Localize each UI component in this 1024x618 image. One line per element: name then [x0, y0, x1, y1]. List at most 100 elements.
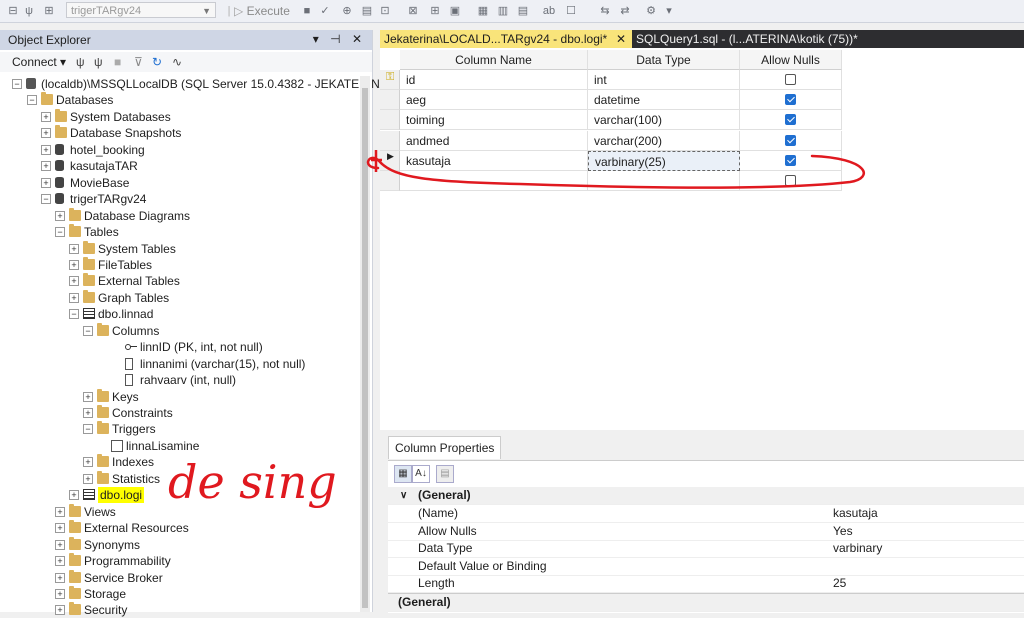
expand-icon[interactable]: +: [41, 144, 51, 155]
toolbar-icon[interactable]: ab: [542, 4, 556, 18]
collapse-icon[interactable]: −: [69, 309, 79, 320]
activity-monitor-icon[interactable]: ∿: [172, 55, 182, 69]
data-type-cell[interactable]: varchar(200): [588, 130, 740, 151]
allow-nulls-checkbox[interactable]: [785, 134, 796, 146]
property-value[interactable]: kasutaja: [833, 505, 878, 522]
properties-category-footer[interactable]: (General): [388, 593, 1024, 612]
toolbar-icon[interactable]: ⊞: [42, 4, 56, 18]
collapse-icon[interactable]: ∨: [400, 487, 407, 504]
property-row[interactable]: Allow Nulls Yes: [388, 523, 1024, 541]
expand-icon[interactable]: +: [69, 490, 79, 501]
toolbar-icon[interactable]: ⊞: [428, 4, 442, 18]
toolbar-icon[interactable]: ▤: [516, 4, 530, 18]
toolbar-icon[interactable]: ⇆: [598, 4, 612, 18]
property-row[interactable]: Length 25: [388, 575, 1024, 593]
expand-icon[interactable]: +: [41, 177, 51, 188]
data-type-cell[interactable]: int: [588, 70, 740, 90]
toolbar-icon[interactable]: ☐: [564, 4, 578, 18]
allow-nulls-checkbox[interactable]: [785, 74, 796, 85]
properties-category[interactable]: ∨ (General): [388, 487, 1024, 505]
expand-icon[interactable]: +: [83, 457, 93, 468]
filter-icon[interactable]: ⊽: [134, 55, 143, 69]
property-row[interactable]: (Name) kasutaja: [388, 505, 1024, 523]
column-name-cell[interactable]: id: [400, 70, 588, 90]
expand-icon[interactable]: +: [41, 111, 51, 122]
expand-icon[interactable]: +: [55, 588, 65, 599]
expand-icon[interactable]: +: [55, 506, 65, 517]
row-selector[interactable]: [380, 90, 400, 111]
toolbar-icon[interactable]: ▤: [360, 4, 374, 18]
expand-icon[interactable]: +: [69, 243, 79, 254]
property-pages-icon[interactable]: ▤: [436, 465, 454, 483]
refresh-icon[interactable]: ↻: [152, 55, 162, 69]
column-name-cell[interactable]: aeg: [400, 90, 588, 111]
row-selector[interactable]: [380, 130, 400, 151]
column-name-cell[interactable]: toiming: [400, 110, 588, 131]
tree-scrollbar[interactable]: [360, 76, 370, 612]
collapse-icon[interactable]: −: [55, 227, 65, 238]
property-value[interactable]: varbinary: [833, 540, 882, 557]
expand-icon[interactable]: +: [55, 210, 65, 221]
expand-icon[interactable]: +: [69, 276, 79, 287]
toolbar-icon[interactable]: ⊕: [340, 4, 354, 18]
allow-nulls-checkbox[interactable]: [785, 114, 796, 126]
column-name-cell[interactable]: kasutaja: [400, 150, 588, 171]
categorized-icon[interactable]: ▦: [394, 465, 412, 483]
toolbar-icon[interactable]: ▣: [448, 4, 462, 18]
stop-icon[interactable]: ■: [300, 4, 314, 18]
property-row[interactable]: Default Value or Binding: [388, 558, 1024, 576]
data-type-cell[interactable]: varchar(100): [588, 110, 740, 131]
expand-icon[interactable]: +: [83, 408, 93, 418]
collapse-icon[interactable]: −: [83, 424, 93, 435]
parse-check-icon[interactable]: ✓: [318, 4, 332, 18]
toolbar-icon[interactable]: ⚙: [644, 4, 658, 18]
expand-icon[interactable]: +: [55, 539, 65, 550]
data-type-cell[interactable]: [588, 171, 740, 191]
row-selector[interactable]: ▶: [380, 150, 400, 171]
expand-icon[interactable]: +: [55, 556, 65, 567]
expand-icon[interactable]: +: [41, 161, 51, 172]
allow-nulls-checkbox[interactable]: [785, 154, 796, 166]
execute-button[interactable]: ▷ Execute: [234, 3, 290, 19]
sort-alpha-icon[interactable]: A↓: [412, 465, 430, 483]
tab-table-designer[interactable]: Jekaterina\LOCALD...TARgv24 - dbo.logi* …: [380, 30, 632, 48]
collapse-icon[interactable]: −: [83, 325, 93, 336]
expand-icon[interactable]: +: [69, 292, 79, 303]
toolbar-icon[interactable]: ⊡: [378, 4, 392, 18]
connect-button[interactable]: Connect ▾: [12, 55, 66, 69]
tab-sql-query[interactable]: SQLQuery1.sql - (l...ATERINA\kotik (75))…: [636, 30, 858, 48]
property-value[interactable]: 25: [833, 575, 846, 592]
data-type-cell[interactable]: varbinary(25): [588, 150, 740, 171]
row-selector[interactable]: [380, 110, 400, 131]
toolbar-icon[interactable]: ⊠: [406, 4, 420, 18]
expand-icon[interactable]: +: [55, 572, 65, 583]
tab-column-properties[interactable]: Column Properties: [388, 436, 502, 459]
column-name-cell[interactable]: andmed: [400, 130, 588, 151]
toolbar-overflow-icon[interactable]: ▾: [662, 4, 676, 18]
collapse-icon[interactable]: −: [27, 95, 37, 106]
collapse-icon[interactable]: −: [12, 79, 22, 89]
column-name-cell[interactable]: [400, 171, 588, 191]
close-icon[interactable]: ✕: [616, 30, 626, 48]
row-selector[interactable]: [380, 171, 400, 191]
panel-controls[interactable]: ▾ ⊣ ✕: [313, 32, 366, 46]
scrollbar-thumb[interactable]: [362, 88, 368, 608]
stop-icon[interactable]: ■: [114, 55, 121, 69]
collapse-icon[interactable]: −: [41, 194, 51, 205]
toolbar-icon[interactable]: ⊟: [6, 4, 20, 18]
row-selector[interactable]: ⚿: [380, 70, 400, 90]
toolbar-icon[interactable]: ⇄: [618, 4, 632, 18]
toolbar-icon[interactable]: ▦: [476, 4, 490, 18]
expand-icon[interactable]: +: [69, 259, 79, 270]
property-row[interactable]: Data Type varbinary: [388, 540, 1024, 558]
expand-icon[interactable]: +: [83, 473, 93, 484]
expand-icon[interactable]: +: [83, 391, 93, 402]
allow-nulls-checkbox[interactable]: [785, 175, 796, 186]
disconnect-icon[interactable]: ψ: [94, 55, 103, 69]
expand-icon[interactable]: +: [55, 523, 65, 534]
connect-plug-icon[interactable]: ψ: [76, 55, 85, 69]
database-select[interactable]: trigerTARgv24 ▼: [66, 2, 216, 18]
data-type-cell[interactable]: datetime: [588, 90, 740, 111]
expand-icon[interactable]: +: [55, 605, 65, 616]
toolbar-icon[interactable]: ψ: [22, 4, 36, 18]
